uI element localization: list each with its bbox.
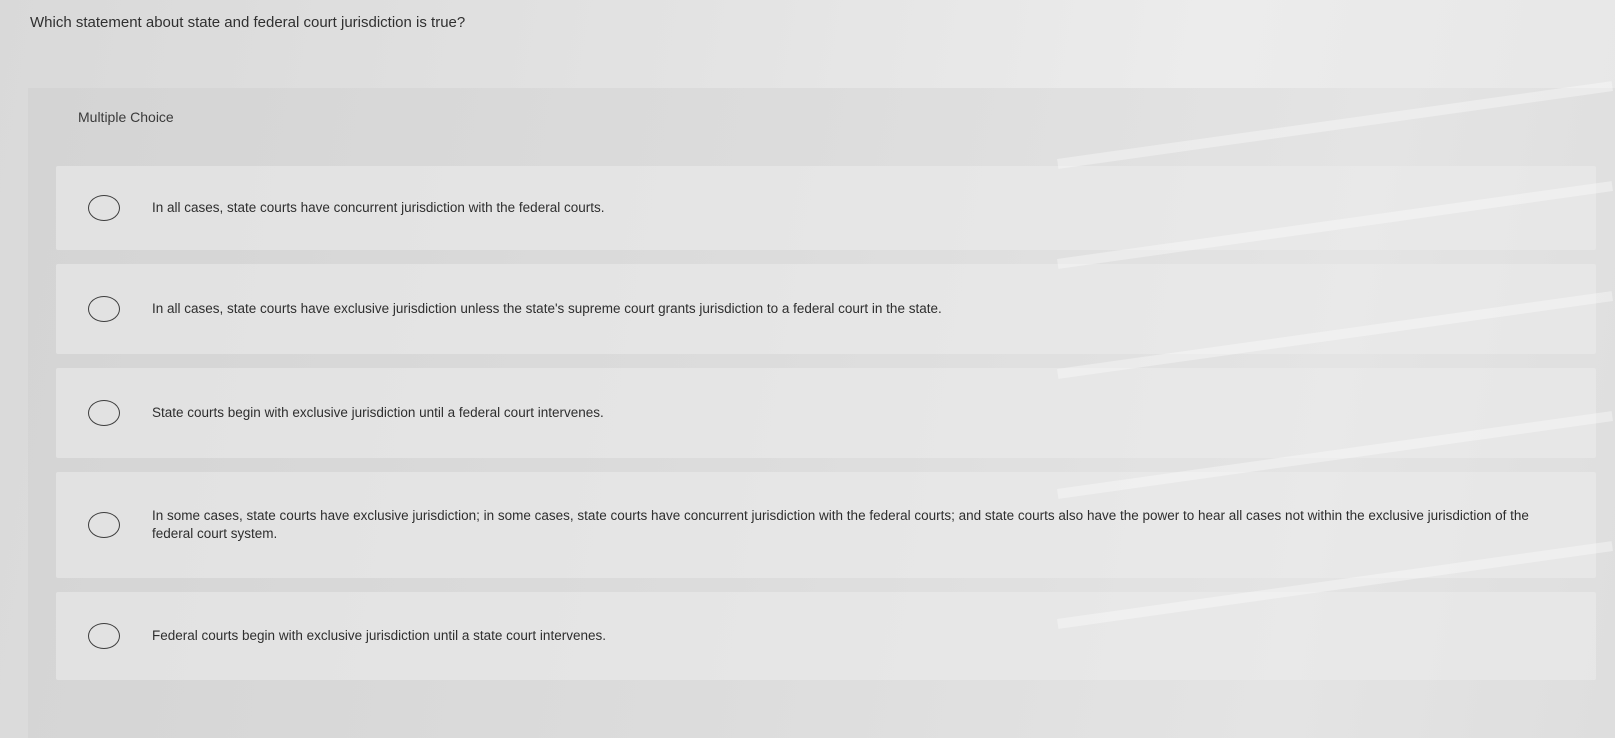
question-text: Which statement about state and federal … <box>30 14 466 31</box>
answer-option-label: State courts begin with exclusive jurisd… <box>152 405 604 420</box>
radio-button-icon[interactable] <box>88 296 120 322</box>
question-type-label: Multiple Choice <box>78 109 174 125</box>
answer-option-5[interactable]: Federal courts begin with exclusive juri… <box>56 592 1596 680</box>
answer-option-1[interactable]: In all cases, state courts have concurre… <box>56 166 1596 250</box>
radio-button-icon[interactable] <box>88 400 120 426</box>
radio-button-icon[interactable] <box>88 623 120 649</box>
answer-option-label: Federal courts begin with exclusive juri… <box>152 628 606 643</box>
answer-option-label: In some cases, state courts have exclusi… <box>152 508 1529 541</box>
answer-option-2[interactable]: In all cases, state courts have exclusiv… <box>56 264 1596 354</box>
answer-option-3[interactable]: State courts begin with exclusive jurisd… <box>56 368 1596 458</box>
radio-button-icon[interactable] <box>88 195 120 221</box>
answer-option-label: In all cases, state courts have concurre… <box>152 200 605 215</box>
radio-button-icon[interactable] <box>88 512 120 538</box>
multiple-choice-panel: Multiple Choice In all cases, state cour… <box>28 88 1615 738</box>
answer-option-label: In all cases, state courts have exclusiv… <box>152 301 942 316</box>
answer-options: In all cases, state courts have concurre… <box>56 166 1596 694</box>
answer-option-4[interactable]: In some cases, state courts have exclusi… <box>56 472 1596 578</box>
